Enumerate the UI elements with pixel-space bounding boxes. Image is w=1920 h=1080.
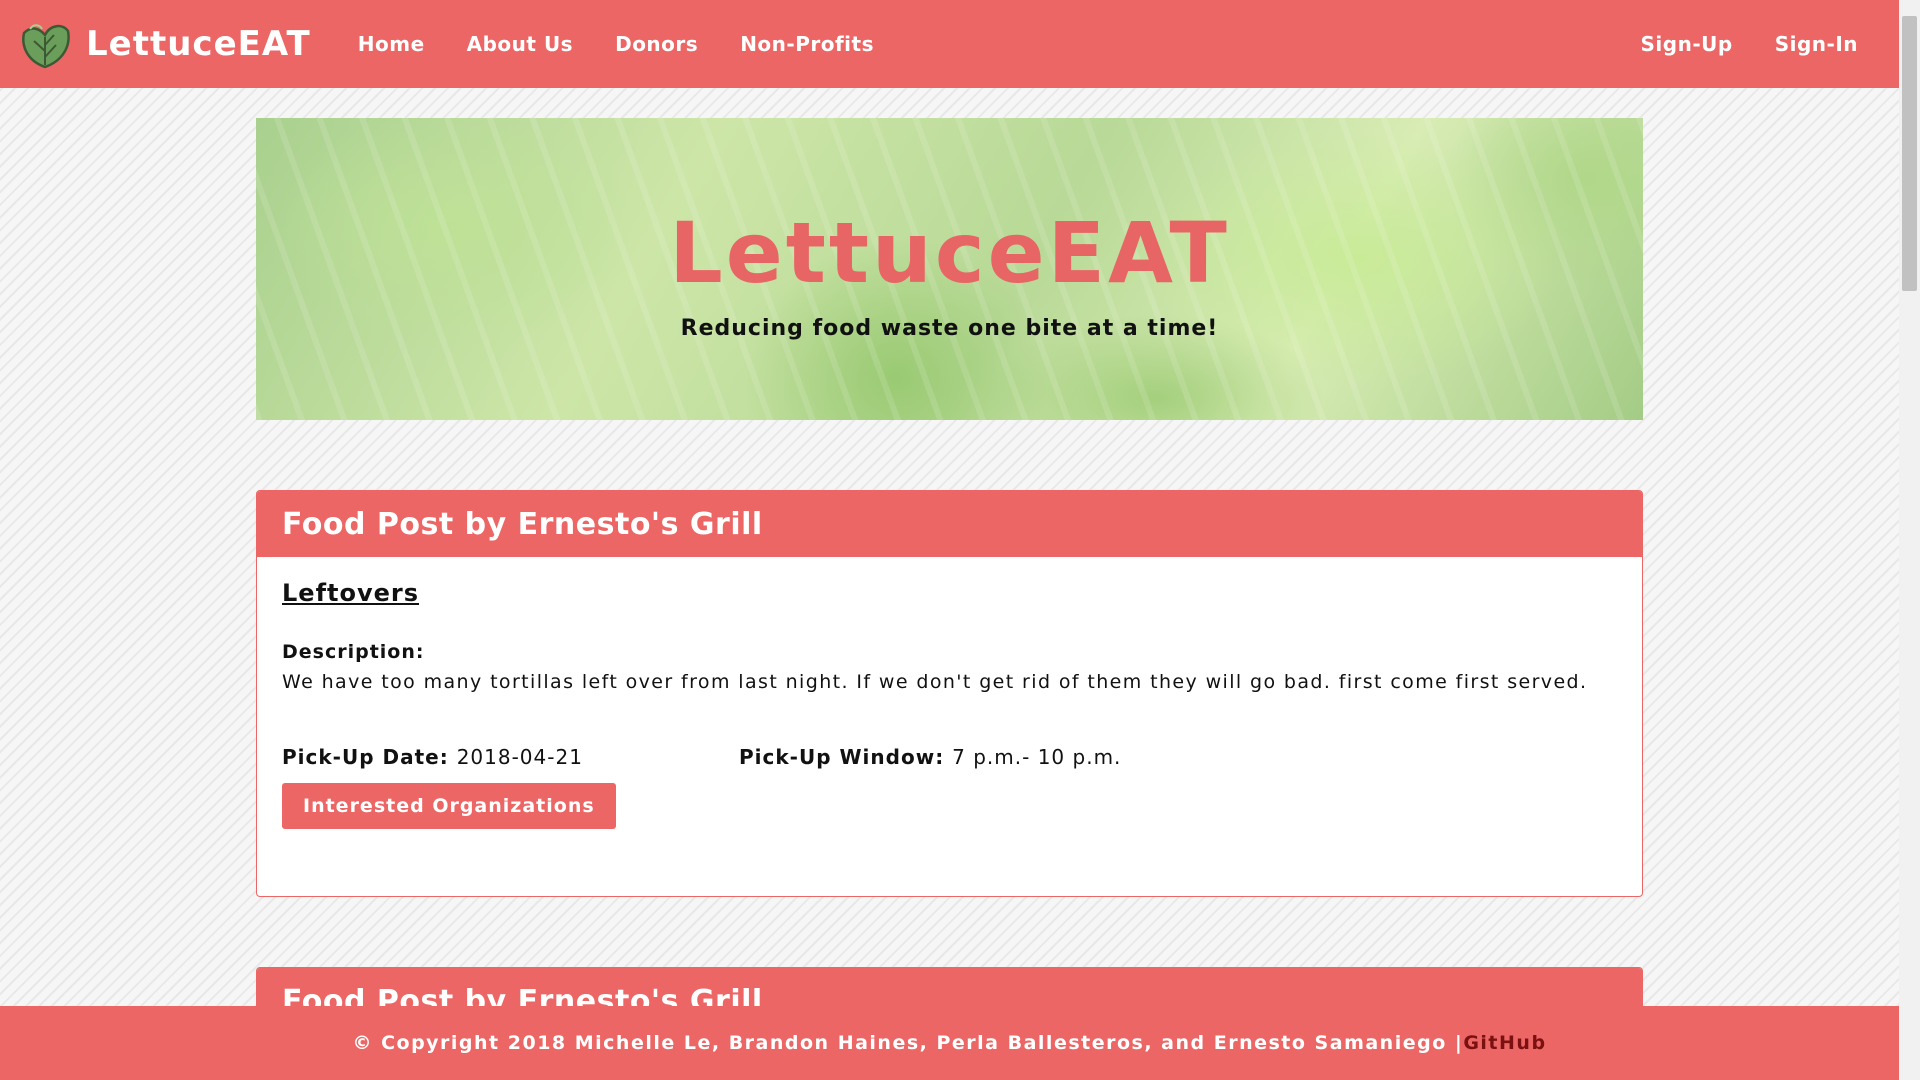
lettuce-leaf-icon [22,24,70,69]
description-text: We have too many tortillas left over fro… [282,671,1588,693]
auth-nav: Sign-Up Sign-In [1620,32,1879,56]
footer-copyright: © Copyright 2018 Michelle Le, Brandon Ha… [352,1032,1464,1054]
nav-non-profits[interactable]: Non-Profits [719,32,895,56]
card-title: Food Post by Ernesto's Grill [282,506,763,542]
interested-organizations-button[interactable]: Interested Organizations [282,783,616,829]
card-body: Leftovers Description: We have too many … [257,557,1642,851]
brand[interactable]: LettuceEAT [18,17,311,71]
main-nav: Home About Us Donors Non-Profits [337,32,895,56]
nav-sign-in[interactable]: Sign-In [1754,32,1879,56]
pickup-info: Pick-Up Date: 2018-04-21 Pick-Up Window:… [282,745,1617,769]
pickup-date: Pick-Up Date: 2018-04-21 [282,745,583,769]
page-footer: © Copyright 2018 Michelle Le, Brandon Ha… [0,1006,1899,1080]
pickup-window-label: Pick-Up Window [739,745,936,769]
nav-home[interactable]: Home [337,32,446,56]
pickup-window: Pick-Up Window: 7 p.m.- 10 p.m. [739,745,1122,769]
pickup-date-label: Pick-Up Date [282,745,440,769]
nav-sign-up[interactable]: Sign-Up [1620,32,1754,56]
hero-title: LettuceEAT [669,203,1230,302]
page-scrollbar[interactable] [1899,0,1920,1080]
description-label: Description: [282,641,425,663]
top-navbar: LettuceEAT Home About Us Donors Non-Prof… [0,0,1899,88]
food-post-card: Food Post by Ernesto's Grill Leftovers D… [256,490,1643,897]
pickup-window-value: 7 p.m.- 10 p.m. [952,745,1122,769]
hero-tagline: Reducing food waste one bite at a time! [680,315,1219,341]
brand-name: LettuceEAT [86,24,311,64]
card-header: Food Post by Ernesto's Grill [257,491,1642,557]
post-title: Leftovers [282,579,420,607]
nav-about-us[interactable]: About Us [446,32,594,56]
pickup-date-value: 2018-04-21 [456,745,583,769]
nav-donors[interactable]: Donors [594,32,719,56]
hero-banner: LettuceEAT Reducing food waste one bite … [256,118,1643,420]
github-link[interactable]: GitHub [1463,1032,1546,1054]
scrollbar-thumb[interactable] [1902,16,1917,291]
